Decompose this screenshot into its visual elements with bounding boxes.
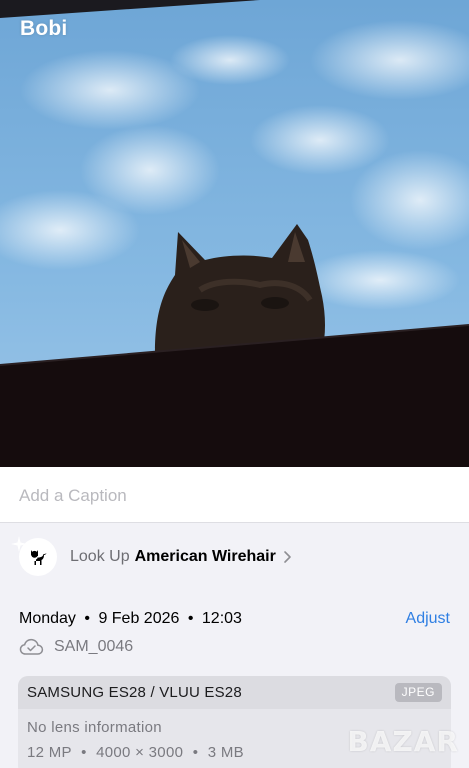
cat-photo-image — [0, 0, 469, 467]
camera-header: SAMSUNG ES28 / VLUU ES28 JPEG — [18, 676, 451, 709]
date-separator: • — [187, 610, 194, 627]
caption-field[interactable]: Add a Caption — [0, 467, 469, 523]
file-size: 3 MB — [207, 744, 244, 761]
photo[interactable]: Bobi — [0, 0, 469, 467]
date-date: 9 Feb 2026 — [98, 610, 180, 627]
album-title: Bobi — [20, 17, 68, 40]
image-specs: 12 MP • 4000 × 3000 • 3 MB — [27, 744, 244, 761]
spec-separator: • — [81, 744, 87, 761]
icloud-check-icon — [19, 638, 44, 655]
lens-info: No lens information — [27, 719, 162, 736]
chevron-right-icon — [284, 551, 291, 563]
lookup-subject: American Wirehair — [134, 548, 276, 565]
date-row: Monday • 9 Feb 2026 • 12:03 — [19, 610, 242, 628]
caption-placeholder: Add a Caption — [19, 486, 127, 505]
lookup-label: Look Up — [70, 548, 130, 565]
adjust-button[interactable]: Adjust — [406, 610, 450, 628]
megapixels: 12 MP — [27, 744, 72, 761]
file-row: SAM_0046 — [19, 636, 133, 658]
date-separator: • — [84, 610, 90, 627]
sparkle-icon — [11, 536, 27, 552]
lookup-button[interactable]: Look Up American Wirehair — [10, 535, 340, 579]
bazar-watermark: BAZAR — [347, 725, 459, 758]
date-time: 12:03 — [201, 610, 242, 627]
cat-icon — [31, 550, 47, 565]
spec-separator: • — [192, 744, 199, 761]
format-badge: JPEG — [394, 683, 442, 702]
resolution: 4000 × 3000 — [96, 744, 184, 761]
file-name: SAM_0046 — [54, 638, 134, 655]
date-day: Monday — [19, 610, 76, 627]
camera-model: SAMSUNG ES28 / VLUU ES28 — [27, 684, 242, 701]
